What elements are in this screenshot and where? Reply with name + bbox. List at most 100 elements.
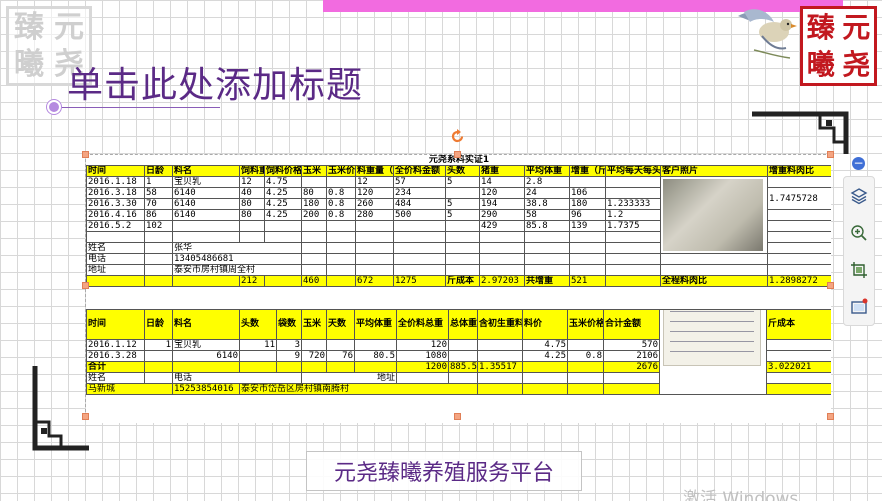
table-cell: 80	[239, 198, 265, 210]
table-cell: 6140	[172, 187, 240, 199]
resize-handle-bottom-center[interactable]	[454, 413, 461, 420]
table-cell	[393, 263, 446, 276]
table-cell	[172, 231, 240, 243]
column-header: 时间	[86, 165, 145, 177]
table-cell	[354, 360, 397, 373]
table-cell: 70	[144, 198, 173, 210]
table-cell	[605, 263, 661, 276]
table-cell: 24	[524, 187, 570, 199]
table-cell: 280	[355, 209, 394, 221]
table-cell: 宝贝乳	[172, 338, 240, 351]
table-cell: 4.25	[264, 187, 302, 199]
table-cell	[326, 338, 355, 351]
title-bullet-dot	[47, 100, 61, 114]
table-cell: 5	[445, 209, 480, 221]
ratio-value: 1.2898272	[766, 274, 831, 287]
embedded-spreadsheet[interactable]: 元尧系料实证1 时间 日龄 料名 饲料重量 饲料价格 玉米 玉米价格 料重量（斤…	[86, 155, 831, 423]
brand-seal-logo: 臻 元 曦 尧	[800, 6, 877, 86]
table-cell	[445, 187, 480, 199]
zoom-button[interactable]	[847, 221, 871, 245]
table-cell	[301, 360, 327, 373]
resize-handle-top-right[interactable]	[827, 151, 834, 158]
table-cell: 180	[569, 198, 606, 210]
table-cell: 1.2	[605, 209, 661, 221]
table-cell	[477, 349, 523, 362]
logo-char: 曦	[14, 46, 44, 82]
column-header: 总体重	[448, 308, 478, 340]
table-cell: 9	[276, 349, 302, 362]
column-header: 饲料价格	[264, 165, 302, 177]
table-cell: 38.8	[524, 198, 570, 210]
table-cell	[144, 252, 173, 265]
table-cell	[479, 241, 525, 254]
table-cell	[567, 360, 604, 373]
gain-ratio-cell: 1.7475728	[766, 187, 831, 210]
table-cell: 2016.1.12	[86, 338, 145, 351]
total-amount: 1275	[393, 274, 446, 287]
handwritten-note-cell	[659, 308, 767, 395]
table-cell: 200	[301, 209, 327, 221]
table-cell	[144, 274, 173, 287]
resize-handle-bottom-right[interactable]	[827, 413, 834, 420]
layers-button[interactable]	[847, 184, 871, 208]
table-cell: 2016.3.18	[86, 187, 145, 199]
table-cell: 120	[479, 187, 525, 199]
table-cell	[766, 241, 831, 254]
table-cell: 4.75	[522, 338, 568, 351]
table-cell	[326, 241, 356, 254]
table-cell	[522, 382, 568, 395]
collapse-button[interactable]: −	[852, 157, 865, 170]
corner-ornament-top-right	[752, 111, 849, 154]
table-cell	[524, 263, 570, 276]
table-cell	[524, 241, 570, 254]
customer-phone: 13405486681	[172, 252, 302, 265]
table-cell	[569, 231, 606, 243]
platform-name-textbox[interactable]: 元尧臻曦养殖服务平台	[306, 451, 582, 491]
table-cell: 0.8	[326, 209, 356, 221]
table-cell: 6140	[172, 349, 240, 362]
column-header: 料名	[172, 308, 240, 340]
resize-handle-middle-right[interactable]	[827, 282, 834, 289]
table-cell	[301, 231, 327, 243]
customer-address: 泰安市房村镇周全村	[172, 263, 302, 276]
table-cell	[766, 231, 831, 243]
resize-handle-top-center[interactable]	[454, 151, 461, 158]
table-cell: 80.5	[354, 349, 397, 362]
table-cell	[301, 338, 327, 351]
table-cell: 2016.3.28	[86, 349, 145, 362]
table-cell	[354, 338, 397, 351]
slide-title-placeholder[interactable]: 单击此处添加标题	[67, 56, 363, 108]
table-cell: 570	[603, 338, 660, 351]
crop-button[interactable]	[847, 258, 871, 282]
floating-object-toolbar	[843, 176, 875, 326]
column-header: 玉米	[301, 165, 327, 177]
table-cell	[172, 360, 240, 373]
column-header: 头数	[239, 308, 277, 340]
resize-handle-bottom-left[interactable]	[82, 413, 89, 420]
logo-char: 尧	[842, 47, 871, 81]
resize-handle-middle-left[interactable]	[82, 282, 89, 289]
table-cell	[524, 252, 570, 265]
customer-photo	[663, 179, 763, 251]
gain-value: 521	[569, 274, 606, 287]
table-cell	[605, 241, 661, 254]
table-cell	[567, 382, 604, 395]
table-cell	[660, 252, 768, 265]
info-label: 电话	[86, 252, 145, 265]
logo-char: 臻	[806, 10, 835, 44]
frame-button[interactable]	[847, 295, 871, 319]
table-cell	[605, 231, 661, 243]
column-header: 日龄	[144, 165, 173, 177]
table-cell: 76	[326, 349, 355, 362]
total-label: 合计	[86, 360, 145, 373]
total-amount: 2676	[603, 360, 660, 373]
table-cell	[239, 220, 265, 232]
table-cell: 57	[393, 176, 446, 188]
table-cell	[477, 338, 523, 351]
total-cost: 3.022021	[766, 360, 831, 373]
table-cell	[326, 220, 356, 232]
table-cell	[144, 263, 173, 276]
resize-handle-top-left[interactable]	[82, 151, 89, 158]
table-cell: 102	[144, 220, 173, 232]
rotate-handle-icon[interactable]	[449, 128, 466, 145]
